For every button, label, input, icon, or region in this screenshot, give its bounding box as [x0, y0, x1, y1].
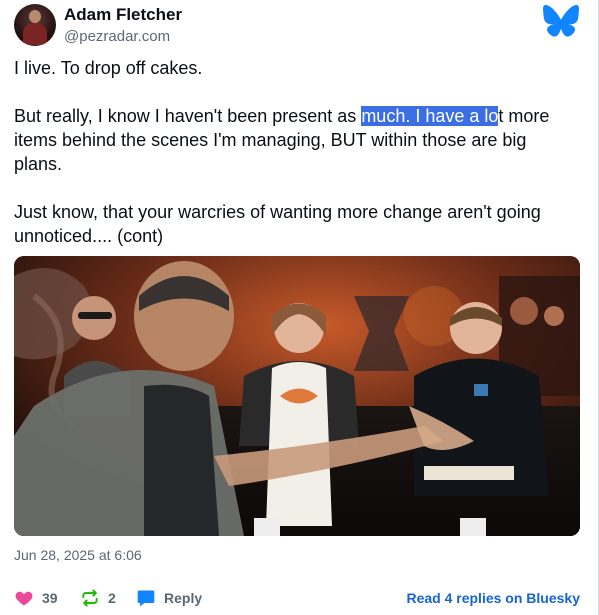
reply-button[interactable]: Reply: [136, 588, 202, 608]
author-block: Adam Fletcher @pezradar.com: [64, 5, 182, 47]
post-paragraph-3: Just know, that your warcries of wanting…: [14, 200, 574, 248]
post-timestamp[interactable]: Jun 28, 2025 at 6:06: [14, 547, 142, 563]
speech-bubble-icon: [137, 590, 155, 607]
post-text-segment: But really, I know I haven't been presen…: [14, 106, 362, 126]
repost-count: 2: [108, 590, 116, 606]
author-handle[interactable]: @pezradar.com: [64, 27, 182, 47]
avatar[interactable]: [14, 4, 56, 46]
photo-illustration: [14, 256, 580, 536]
author-display-name[interactable]: Adam Fletcher: [64, 5, 182, 25]
post-actions: 39 2 Reply Read 4 replies on Bluesky: [14, 588, 580, 610]
bluesky-butterfly-icon[interactable]: [543, 4, 579, 38]
repost-icon: [82, 589, 98, 607]
reply-label: Reply: [164, 590, 203, 606]
heart-icon: [15, 591, 33, 606]
post-text-segment: I live. To drop off cakes.: [14, 58, 203, 78]
read-replies-link[interactable]: Read 4 replies on Bluesky: [406, 588, 580, 608]
post-paragraph-1: I live. To drop off cakes.: [14, 56, 574, 80]
like-count: 39: [42, 590, 58, 606]
post-paragraph-2: But really, I know I haven't been presen…: [14, 104, 574, 176]
bluesky-post-embed: Adam Fletcher @pezradar.com I live. To d…: [0, 0, 599, 615]
post-text-segment: Just know, that your warcries of wanting…: [14, 202, 541, 246]
like-button[interactable]: 39: [14, 588, 58, 608]
post-body: I live. To drop off cakes. But really, I…: [14, 56, 574, 248]
post-image[interactable]: [14, 256, 580, 536]
repost-button[interactable]: 2: [80, 588, 116, 608]
selected-text: much. I have a lo: [361, 106, 499, 126]
